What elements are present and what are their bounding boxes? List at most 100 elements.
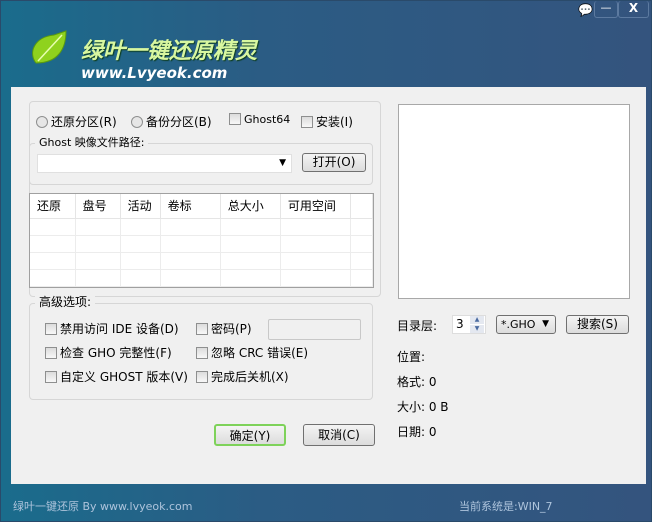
table-row[interactable] xyxy=(30,218,373,236)
column-header[interactable]: 盘号 xyxy=(75,194,121,219)
custom-ghost-label: 自定义 GHOST 版本(V) xyxy=(60,370,188,384)
table-cell xyxy=(160,235,221,253)
table-cell xyxy=(120,218,161,236)
table-cell xyxy=(350,269,373,287)
password-input[interactable] xyxy=(268,319,361,340)
table-cell xyxy=(120,235,161,253)
table-cell xyxy=(160,269,221,287)
check-gho-label: 检查 GHO 完整性(F) xyxy=(60,346,172,360)
depth-label: 目录层: xyxy=(397,319,438,333)
feedback-icon[interactable]: 💬 xyxy=(578,3,593,17)
table-cell xyxy=(220,235,281,253)
checkbox-icon xyxy=(229,113,241,125)
depth-stepper[interactable]: 3 ▲ ▼ xyxy=(452,315,486,334)
chevron-down-icon[interactable]: ▼ xyxy=(279,158,286,168)
table-row[interactable] xyxy=(30,269,373,287)
cancel-button[interactable]: 取消(C) xyxy=(303,424,375,446)
table-cell xyxy=(350,218,373,236)
filter-select[interactable]: *.GHO ▼ xyxy=(496,315,556,334)
depth-value: 3 xyxy=(456,317,464,331)
search-button[interactable]: 搜索(S) xyxy=(566,315,629,334)
checkbox-shutdown[interactable]: 完成后关机(X) xyxy=(196,368,289,385)
table-cell xyxy=(30,252,76,270)
table-cell xyxy=(280,235,351,253)
table-cell xyxy=(350,235,373,253)
table-row[interactable] xyxy=(30,252,373,270)
table-cell xyxy=(220,269,281,287)
checkbox-icon xyxy=(45,371,57,383)
footer-credit: 绿叶一键还原 By www.lvyeok.com xyxy=(13,500,193,513)
checkbox-custom-ghost[interactable]: 自定义 GHOST 版本(V) xyxy=(45,368,188,385)
table-cell xyxy=(220,218,281,236)
app-url: www.Lvyeok.com xyxy=(81,64,228,82)
table-cell xyxy=(75,269,121,287)
app-window: 绿叶一键还原精灵 www.Lvyeok.com 💬 — X 还原分区(R) 备份… xyxy=(0,0,652,522)
path-label: Ghost 映像文件路径: xyxy=(35,134,149,150)
column-header[interactable]: 可用空间 xyxy=(280,194,351,219)
checkbox-password[interactable]: 密码(P) xyxy=(196,320,252,337)
column-header[interactable]: 还原 xyxy=(30,194,76,219)
advanced-label: 高级选项: xyxy=(35,293,96,310)
preview-box xyxy=(398,104,630,299)
table-cell xyxy=(30,235,76,253)
shutdown-label: 完成后关机(X) xyxy=(211,370,289,384)
table-cell xyxy=(350,252,373,270)
table-cell xyxy=(220,252,281,270)
open-button[interactable]: 打开(O) xyxy=(302,153,366,172)
filter-value: *.GHO xyxy=(501,318,536,331)
checkbox-check-gho[interactable]: 检查 GHO 完整性(F) xyxy=(45,344,172,361)
radio-backup-label: 备份分区(B) xyxy=(146,115,212,129)
table-cell xyxy=(160,218,221,236)
password-label: 密码(P) xyxy=(211,322,252,336)
checkbox-icon xyxy=(301,116,313,128)
radio-icon xyxy=(36,116,48,128)
column-header[interactable]: 活动 xyxy=(120,194,161,219)
column-header[interactable]: 卷标 xyxy=(160,194,221,219)
leaf-logo-icon xyxy=(28,29,70,65)
checkbox-icon xyxy=(196,371,208,383)
checkbox-disable-ide[interactable]: 禁用访问 IDE 设备(D) xyxy=(45,320,179,337)
table-cell xyxy=(75,235,121,253)
column-header[interactable] xyxy=(350,194,373,219)
ok-button[interactable]: 确定(Y) xyxy=(214,424,286,446)
date-info: 日期: 0 xyxy=(397,425,437,439)
table-cell xyxy=(280,269,351,287)
table-cell xyxy=(30,218,76,236)
format-info: 格式: 0 xyxy=(397,375,437,389)
install-label: 安装(I) xyxy=(316,115,353,129)
location-info: 位置: xyxy=(397,350,426,364)
table-header: 还原 盘号 活动 卷标 总大小 可用空间 xyxy=(30,194,373,219)
table-cell xyxy=(280,252,351,270)
path-combobox[interactable]: ▼ xyxy=(37,154,292,173)
table-cell xyxy=(30,269,76,287)
close-button[interactable]: X xyxy=(618,1,649,18)
disable-ide-label: 禁用访问 IDE 设备(D) xyxy=(60,322,179,336)
ghost64-label: Ghost64 xyxy=(244,113,291,126)
column-header[interactable]: 总大小 xyxy=(220,194,281,219)
checkbox-icon xyxy=(196,347,208,359)
table-cell xyxy=(120,269,161,287)
radio-backup[interactable]: 备份分区(B) xyxy=(131,113,212,130)
table-row[interactable] xyxy=(30,235,373,253)
ignore-crc-label: 忽略 CRC 错误(E) xyxy=(211,346,309,360)
checkbox-ghost64[interactable]: Ghost64 xyxy=(229,113,290,126)
chevron-down-icon: ▼ xyxy=(542,319,549,329)
radio-icon xyxy=(131,116,143,128)
radio-restore-label: 还原分区(R) xyxy=(51,115,117,129)
checkbox-icon xyxy=(45,347,57,359)
checkbox-icon xyxy=(45,323,57,335)
spin-down-icon[interactable]: ▼ xyxy=(470,325,484,333)
checkbox-ignore-crc[interactable]: 忽略 CRC 错误(E) xyxy=(196,344,308,361)
partition-table[interactable]: 还原 盘号 活动 卷标 总大小 可用空间 xyxy=(29,193,374,288)
table-cell xyxy=(120,252,161,270)
checkbox-install[interactable]: 安装(I) xyxy=(301,113,353,130)
minimize-button[interactable]: — xyxy=(594,1,618,18)
radio-restore[interactable]: 还原分区(R) xyxy=(36,113,117,130)
app-logo-title: 绿叶一键还原精灵 xyxy=(81,39,258,64)
table-cell xyxy=(280,218,351,236)
table-cell xyxy=(160,252,221,270)
size-info: 大小: 0 B xyxy=(397,400,449,414)
table-cell xyxy=(75,218,121,236)
checkbox-icon xyxy=(196,323,208,335)
spin-up-icon[interactable]: ▲ xyxy=(470,316,484,324)
